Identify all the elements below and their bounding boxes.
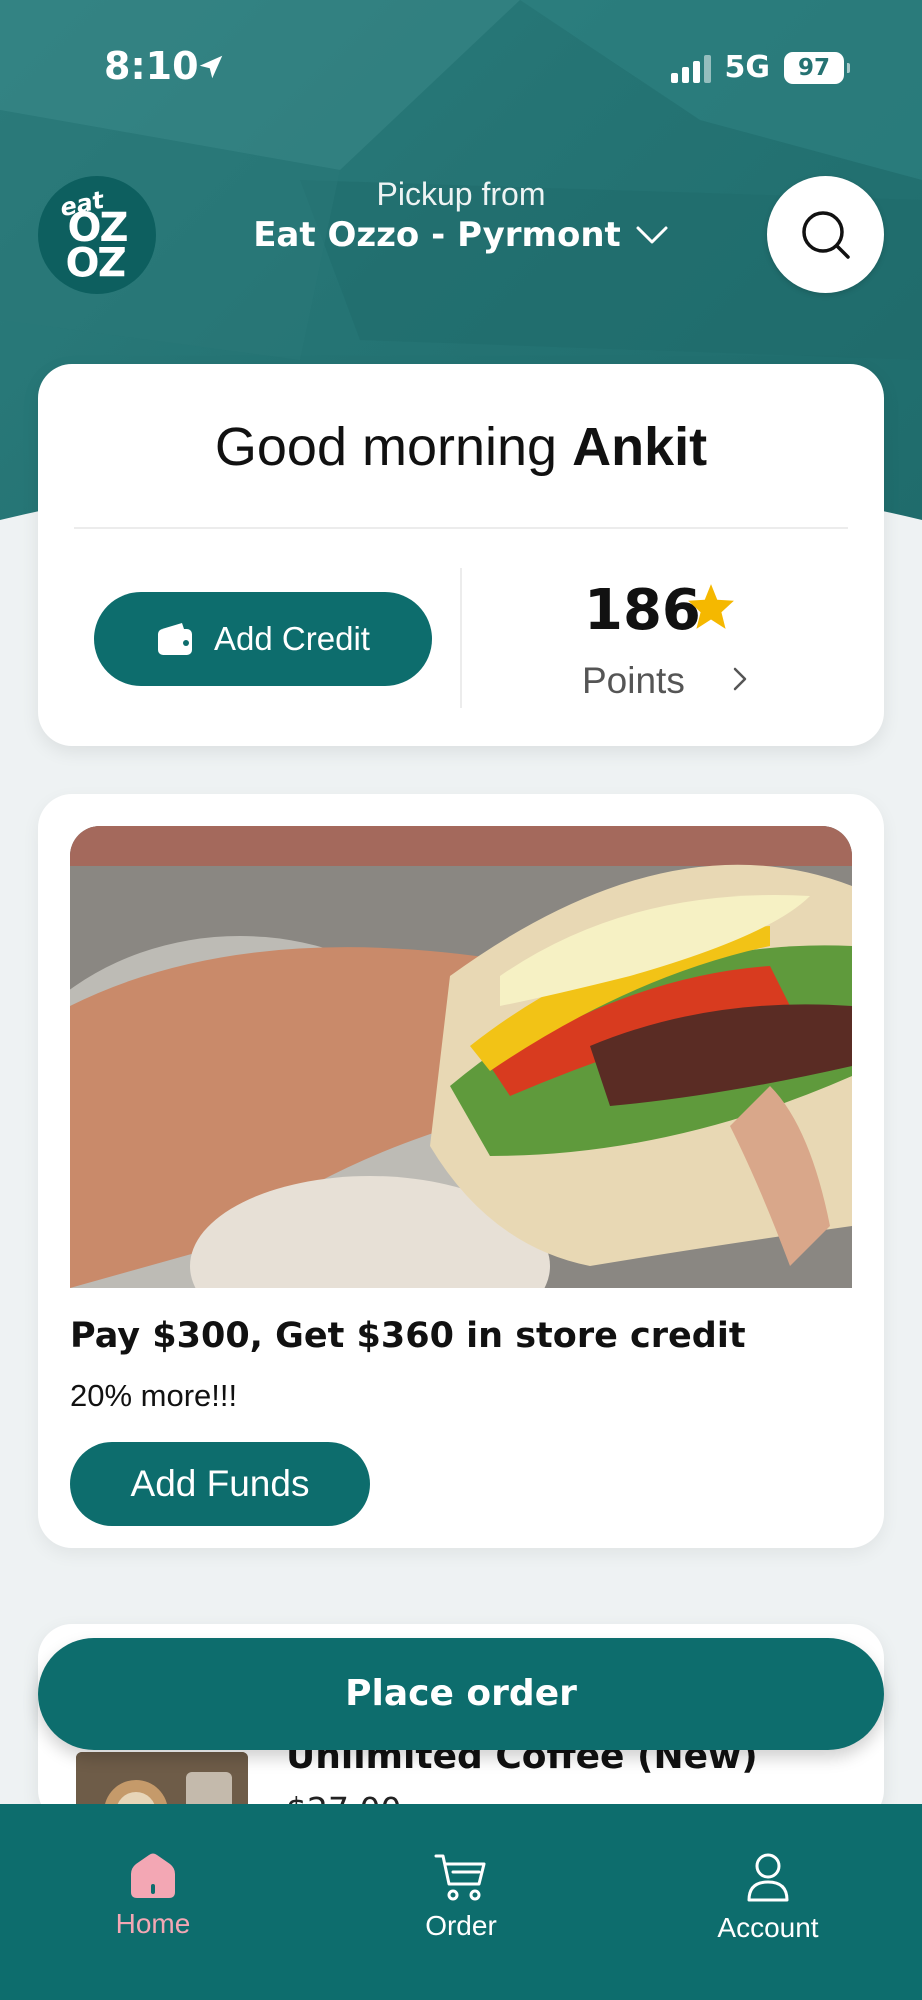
tab-home[interactable]: Home	[43, 1852, 263, 1940]
divider-vertical	[460, 568, 462, 708]
wallet-icon	[158, 623, 193, 655]
tab-home-label: Home	[115, 1908, 191, 1939]
place-order-button[interactable]: Place order	[38, 1638, 884, 1750]
user-name: Ankit	[572, 417, 708, 477]
greeting-prefix: Good morning	[214, 417, 558, 477]
home-icon	[131, 1853, 175, 1898]
signal-icon	[670, 53, 711, 83]
logo-text-zo: ZO	[67, 237, 127, 283]
tab-order-label: Order	[425, 1910, 497, 1941]
tab-account-label: Account	[717, 1912, 819, 1943]
pickup-label: Pickup from	[376, 176, 546, 212]
promo-subtitle: 20% more!!!	[70, 1378, 238, 1413]
greeting-text: Good morning Ankit	[38, 416, 884, 478]
user-icon	[747, 1853, 789, 1902]
chevron-down-icon	[636, 226, 668, 244]
status-time: 8:10	[104, 44, 199, 88]
bottom-tab-bar: Home Order Account	[0, 1804, 922, 2000]
add-funds-button[interactable]: Add Funds	[70, 1442, 370, 1526]
location-arrow-icon	[199, 55, 223, 79]
points-label[interactable]: Points	[582, 660, 685, 702]
search-button[interactable]	[767, 176, 884, 293]
pickup-location-selector[interactable]: Pickup from Eat Ozzo - Pyrmont	[200, 176, 722, 255]
points-value: 186	[584, 578, 701, 643]
promo-image	[70, 826, 852, 1288]
divider	[74, 527, 848, 529]
cart-icon	[434, 1854, 486, 1901]
search-icon	[801, 210, 850, 259]
battery-icon: 97	[784, 51, 850, 84]
tab-order[interactable]: Order	[351, 1852, 571, 1942]
add-credit-button[interactable]: Add Credit	[94, 592, 432, 686]
status-indicators: 5G 97	[670, 50, 850, 85]
tab-account[interactable]: Account	[658, 1852, 878, 1944]
add-credit-label: Add Credit	[214, 620, 370, 657]
store-name: Eat Ozzo - Pyrmont	[253, 215, 621, 255]
promo-card[interactable]: Pay $300, Get $360 in store credit 20% m…	[38, 794, 884, 1548]
brand-logo[interactable]: eat OZ ZO	[38, 176, 156, 294]
network-type: 5G	[724, 50, 771, 85]
star-icon	[688, 584, 734, 629]
promo-title: Pay $300, Get $360 in store credit	[70, 1316, 746, 1356]
chevron-right-icon[interactable]	[730, 664, 750, 694]
greeting-card: Good morning Ankit Add Credit 186 Points	[38, 364, 884, 746]
